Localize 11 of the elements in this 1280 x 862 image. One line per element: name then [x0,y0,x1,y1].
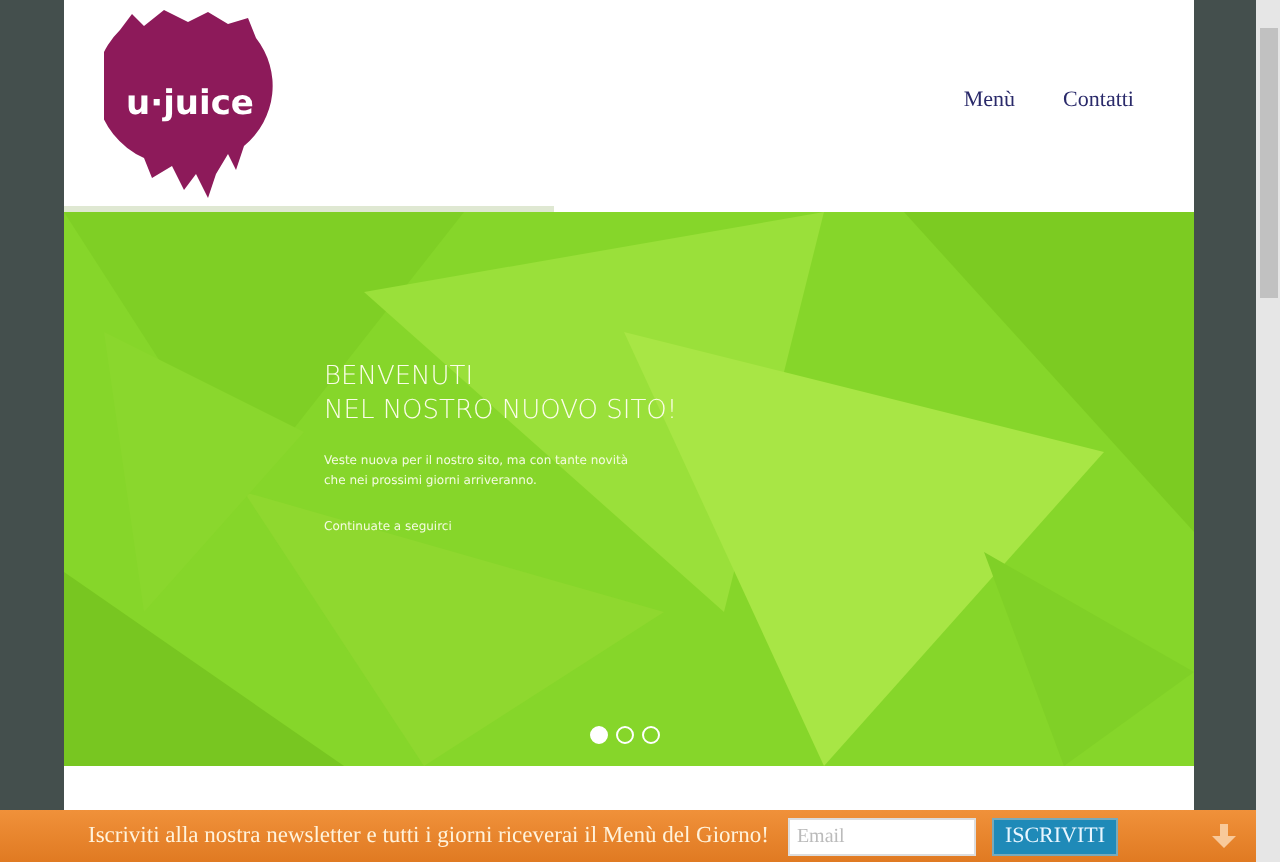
slider-dot[interactable] [616,726,634,744]
arrow-down-icon[interactable] [1212,824,1236,848]
nav-link[interactable]: Menù [963,87,1016,111]
scrollbar-thumb[interactable] [1259,28,1277,298]
logo[interactable]: u·juice [104,5,276,201]
nav-link[interactable]: Contatti [1063,87,1134,111]
email-field[interactable]: Email [788,817,977,855]
hero-title: BENVENUTI NEL NOSTRO NUOVO SITO! [324,360,680,428]
newsletter-text: Iscriviti alla nostra newsletter e tutti i giorni riceverai il Menù del Giorno! [88,824,769,848]
subscribe-button[interactable]: ISCRIVITI [992,817,1118,855]
slider-dot[interactable] [642,726,660,744]
